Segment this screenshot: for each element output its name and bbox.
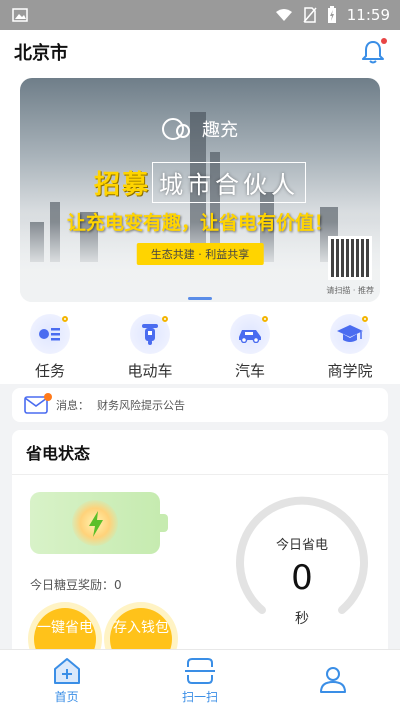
qr-caption: 请扫描 · 推荐 (326, 286, 374, 295)
category-label: 汽车 (234, 362, 265, 380)
unread-badge (44, 393, 52, 401)
banner-pill: 生态共建 · 利益共享 (136, 243, 264, 265)
gauge-value: 0 (291, 558, 313, 598)
notice-prefix: 消息： (56, 399, 89, 412)
wifi-icon (275, 9, 292, 21)
brand-logo: 趣充 (20, 116, 380, 142)
reward-text: 今日糖豆奖励：0 (30, 578, 122, 592)
notification-dot (381, 38, 387, 44)
no-sim-icon (303, 7, 317, 23)
car-icon (230, 314, 270, 354)
deposit-wallet-button[interactable]: 存入钱包 (110, 608, 172, 650)
headline-highlight: 招募 (93, 170, 150, 200)
profile-icon (320, 667, 347, 693)
category-row: 任务 电动车 汽车 商学院 (0, 310, 400, 384)
category-label: 商学院 (327, 362, 373, 380)
brand-name: 趣充 (202, 120, 238, 141)
gauge-label: 今日省电 (275, 538, 328, 553)
lightning-icon (89, 511, 103, 537)
one-click-save-button[interactable]: 一键省电 (34, 608, 96, 650)
battery-graphic (30, 492, 168, 554)
qr-code (328, 236, 372, 280)
category-label: 任务 (34, 362, 65, 380)
home-icon (53, 657, 80, 684)
category-task[interactable]: 任务 (10, 314, 90, 381)
message-envelope-icon (24, 393, 52, 414)
promo-banner[interactable]: 趣充 招募 城市合伙人 让充电变有趣，让省电有价值！ 生态共建 · 利益共享 请… (20, 78, 380, 302)
status-bar: 11:59 (0, 0, 400, 30)
tab-scan[interactable]: 扫一扫 (160, 657, 240, 705)
status-time: 11:59 (346, 6, 390, 24)
banner-headline: 招募 城市合伙人 (20, 162, 380, 203)
ebike-icon (130, 314, 170, 354)
battery-charging-icon (327, 6, 336, 23)
gauge-unit: 秒 (295, 611, 309, 627)
image-icon (12, 8, 28, 22)
notice-bar[interactable]: 消息： 财务风险提示公告 (12, 388, 388, 422)
banner-slogan: 让充电变有趣，让省电有价值！ (66, 212, 333, 234)
header: 北京市 (0, 30, 400, 74)
banner-container: 趣充 招募 城市合伙人 让充电变有趣，让省电有价值！ 生态共建 · 利益共享 请… (0, 74, 400, 310)
task-list-icon (30, 314, 70, 354)
category-ebike[interactable]: 电动车 (110, 314, 190, 381)
tab-profile[interactable] (293, 664, 373, 697)
graduation-cap-icon (330, 314, 370, 354)
headline-boxed: 城市合伙人 (152, 162, 306, 203)
tab-home[interactable]: 首页 (27, 657, 107, 705)
tab-label: 首页 (54, 689, 79, 704)
save-status-card: 省电状态 今日糖豆奖励：0 一键省电 存入钱包 今日省电 0 秒 (12, 430, 388, 650)
notice-text: 财务风险提示公告 (97, 399, 185, 412)
category-academy[interactable]: 商学院 (310, 314, 390, 381)
category-car[interactable]: 汽车 (210, 314, 290, 381)
save-gauge: 今日省电 0 秒 (232, 492, 372, 632)
tab-label: 扫一扫 (181, 689, 218, 704)
save-status-title: 省电状态 (12, 430, 388, 475)
brand-logo-icon (162, 118, 190, 140)
notification-button[interactable] (360, 38, 387, 65)
city-selector[interactable]: 北京市 (14, 39, 68, 65)
category-label: 电动车 (127, 362, 173, 380)
scan-icon (184, 657, 215, 684)
carousel-indicator (188, 297, 212, 300)
bottom-tab-bar: 首页 扫一扫 (0, 649, 400, 711)
